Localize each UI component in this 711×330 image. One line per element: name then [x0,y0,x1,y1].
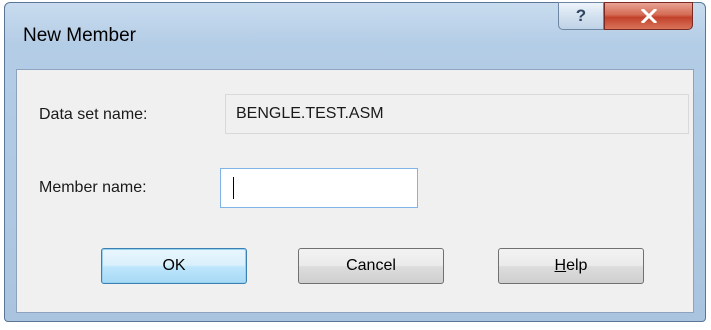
text-caret [233,177,234,199]
member-name-label: Member name: [39,179,147,196]
help-button-label: Help [555,257,588,275]
dataset-name-field: BENGLE.TEST.ASM [225,94,689,134]
ok-button[interactable]: OK [101,248,247,284]
dataset-name-label: Data set name: [39,106,148,123]
new-member-dialog: New Member ? Data set name: BENGLE.TEST.… [4,2,706,322]
help-button[interactable]: Help [498,248,644,284]
help-label-rest: elp [566,257,588,274]
close-button[interactable] [604,2,693,30]
ok-button-label: OK [162,257,186,274]
member-name-input[interactable] [220,168,418,208]
dataset-name-value: BENGLE.TEST.ASM [236,105,384,122]
dialog-body: Data set name: BENGLE.TEST.ASM Member na… [16,69,694,313]
title-bar[interactable]: New Member ? [5,2,705,69]
cancel-button-label: Cancel [346,257,396,274]
dialog-title: New Member [23,25,136,46]
cancel-button[interactable]: Cancel [298,248,444,284]
question-mark-icon: ? [575,6,587,25]
close-icon [640,9,657,23]
title-help-button[interactable]: ? [558,2,604,30]
help-mnemonic: H [554,257,567,274]
